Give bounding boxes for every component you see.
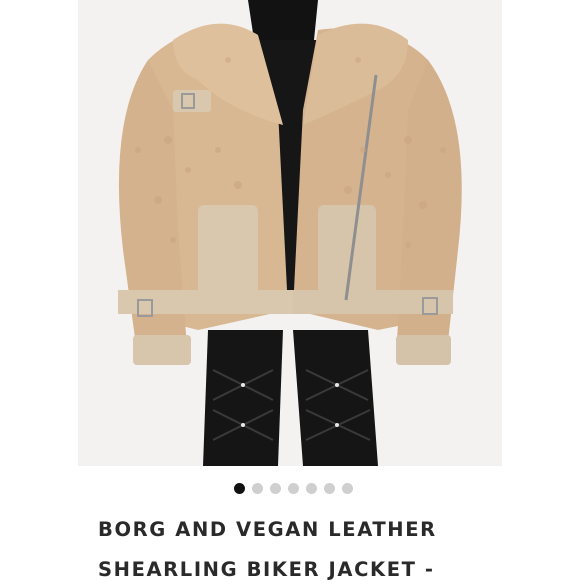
carousel-dot[interactable] — [287, 483, 299, 494]
carousel-dots — [0, 483, 580, 494]
carousel-dot[interactable] — [323, 483, 335, 494]
carousel-dot[interactable] — [233, 483, 245, 494]
product-screen: BORG AND VEGAN LEATHER SHEARLING BIKER J… — [0, 0, 580, 580]
product-title-line-1: BORG AND VEGAN LEATHER — [98, 518, 437, 541]
carousel-dot[interactable] — [305, 483, 317, 494]
carousel-dot[interactable] — [269, 483, 281, 494]
jacket-photo-illustration — [78, 0, 502, 466]
product-title-line-2: SHEARLING BIKER JACKET - — [98, 558, 435, 580]
product-title: BORG AND VEGAN LEATHER SHEARLING BIKER J… — [98, 510, 518, 580]
carousel-dot[interactable] — [251, 483, 263, 494]
carousel-dot[interactable] — [341, 483, 353, 494]
product-image[interactable] — [78, 0, 502, 466]
